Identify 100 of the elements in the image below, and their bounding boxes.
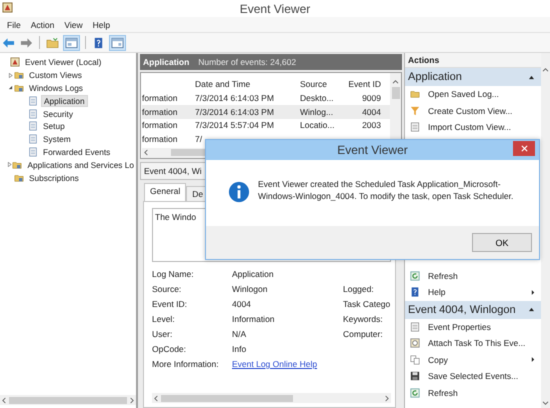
field-label: Source: xyxy=(152,284,182,294)
scroll-left-icon[interactable] xyxy=(2,396,7,404)
scroll-thumb[interactable] xyxy=(9,396,127,404)
tree-item[interactable]: Applications and Services Lo xyxy=(25,160,136,170)
tree-item[interactable]: Subscriptions xyxy=(27,172,81,183)
field-label: Keywords: xyxy=(343,314,383,324)
section-title: Application xyxy=(408,71,462,83)
table-cell-text: formation xyxy=(142,93,178,104)
table-cell-text: formation xyxy=(142,120,178,130)
help-link[interactable]: Event Log Online Help xyxy=(232,359,318,369)
collapsed-arrow-icon[interactable] xyxy=(8,72,12,78)
table-row[interactable]: formation 7/3/2014 6:14:03 PM Winlog... 4004 xyxy=(142,105,390,119)
app-icon xyxy=(2,2,13,13)
field-label: Computer: xyxy=(343,329,383,339)
field-label: More Information: xyxy=(152,359,220,369)
tab[interactable]: General xyxy=(144,182,186,200)
submenu-arrow-icon[interactable] xyxy=(531,288,535,296)
field-label: OpCode: xyxy=(152,344,188,354)
field-value: Info xyxy=(232,344,248,354)
table-cell-text: 7/3/2014 6:14:03 PM xyxy=(195,93,275,104)
table-cell-text: Deskto... xyxy=(300,93,335,104)
command-item[interactable]: Help xyxy=(428,287,446,298)
collapsed-arrow-icon[interactable] xyxy=(6,162,12,168)
tree-item[interactable]: Setup xyxy=(41,121,67,132)
column-header[interactable]: Source xyxy=(300,78,345,89)
scroll-right-icon[interactable] xyxy=(384,394,389,402)
actions-header: Actions xyxy=(405,53,541,68)
log-title: Application xyxy=(143,56,190,67)
actions-section-header[interactable]: Event 4004, Winlogon xyxy=(405,300,541,318)
collapse-arrow-icon[interactable] xyxy=(528,307,535,312)
log-icon xyxy=(28,96,38,106)
close-button[interactable] xyxy=(513,141,535,156)
dialog-message: Event Viewer created the Scheduled Task Application_Microsoft-Windows-Winlogon_4004. To modify the task, open Task Scheduler. xyxy=(258,178,514,202)
column-header[interactable]: Date and Time xyxy=(195,78,300,89)
tree-item[interactable]: Forwarded Events xyxy=(41,146,112,157)
dialog-title: Event Viewer xyxy=(337,143,408,157)
scroll-thumb[interactable] xyxy=(392,86,400,99)
command-item[interactable]: Event Properties xyxy=(428,322,491,332)
vertical-scrollbar[interactable] xyxy=(541,53,550,408)
tree-item[interactable]: Event Viewer (Local) xyxy=(23,57,104,68)
scroll-down-icon[interactable] xyxy=(542,401,549,406)
event-panel-title: Event 4004, Wi xyxy=(144,166,202,176)
refresh-icon xyxy=(410,388,420,398)
panel-icon[interactable] xyxy=(63,34,80,50)
table-cell-text: 7/ xyxy=(195,134,204,144)
panel-icon[interactable] xyxy=(109,34,126,50)
command-item[interactable]: Open Saved Log... xyxy=(428,89,499,100)
field-value: Application xyxy=(232,269,275,279)
menu-item[interactable]: Help xyxy=(88,20,116,30)
table-cell-text: 9009 xyxy=(361,93,381,104)
tree-item[interactable]: Security xyxy=(41,108,75,119)
tree-item[interactable]: System xyxy=(41,134,73,144)
command-item[interactable]: Import Custom View... xyxy=(428,122,511,132)
window-title: Event Viewer xyxy=(240,2,310,16)
command-item[interactable]: Refresh xyxy=(428,388,458,398)
table-cell-text: formation xyxy=(142,106,178,117)
log-icon xyxy=(28,121,38,132)
menu-item[interactable]: File xyxy=(2,20,26,30)
horizontal-scrollbar[interactable] xyxy=(152,393,391,403)
field-value: Winlogon xyxy=(232,284,268,294)
command-item[interactable]: Attach Task To This Eve... xyxy=(428,338,526,348)
log-icon xyxy=(28,146,38,157)
field-label: User: xyxy=(152,329,174,339)
field-label: Event ID: xyxy=(152,299,188,309)
scroll-thumb[interactable] xyxy=(161,394,293,402)
collapse-arrow-icon[interactable] xyxy=(528,74,535,80)
command-item[interactable]: Copy xyxy=(428,354,448,365)
column-header[interactable]: Event ID xyxy=(345,78,381,89)
save-icon xyxy=(410,371,420,382)
scroll-up-icon[interactable] xyxy=(392,78,399,84)
help-icon xyxy=(410,287,420,298)
menu-item[interactable]: Action xyxy=(26,20,60,30)
ok-button[interactable]: OK xyxy=(472,233,532,252)
log-icon xyxy=(28,134,38,144)
command-item[interactable]: Save Selected Events... xyxy=(428,371,518,382)
tree-item[interactable]: Application xyxy=(41,94,88,107)
submenu-arrow-icon[interactable] xyxy=(531,356,535,364)
table-row[interactable]: formation 7/3/2014 6:14:03 PM Deskto... 9009 xyxy=(142,92,390,106)
back-arrow-icon[interactable] xyxy=(1,36,16,50)
horizontal-scrollbar[interactable] xyxy=(0,395,136,405)
scroll-left-icon[interactable] xyxy=(144,149,149,156)
scroll-left-icon[interactable] xyxy=(154,394,159,402)
table-cell-text: 7/3/2014 6:14:03 PM xyxy=(195,106,275,117)
scroll-up-icon[interactable] xyxy=(542,67,549,72)
scroll-right-icon[interactable] xyxy=(129,396,134,404)
command-item[interactable]: Refresh xyxy=(428,270,458,281)
field-value: N/A xyxy=(232,329,248,339)
refresh-icon xyxy=(410,270,420,281)
table-cell-text: formation xyxy=(142,134,178,144)
table-row[interactable]: formation 7/3/2014 5:57:04 PM Locatio... 2003 xyxy=(142,118,390,132)
table-cell-text: 7/3/2014 5:57:04 PM xyxy=(195,120,275,130)
tree-item[interactable]: Custom Views xyxy=(27,70,84,80)
table-cell-text: Locatio... xyxy=(300,120,336,130)
command-item[interactable]: Create Custom View... xyxy=(428,106,512,116)
expanded-arrow-icon[interactable] xyxy=(8,85,12,90)
tree-item[interactable]: Windows Logs xyxy=(27,82,85,93)
forward-arrow-icon[interactable] xyxy=(19,36,34,50)
event-count: Number of events: 24,602 xyxy=(198,56,296,67)
menu-item[interactable]: View xyxy=(59,20,88,30)
actions-section-header[interactable]: Application xyxy=(405,68,541,86)
